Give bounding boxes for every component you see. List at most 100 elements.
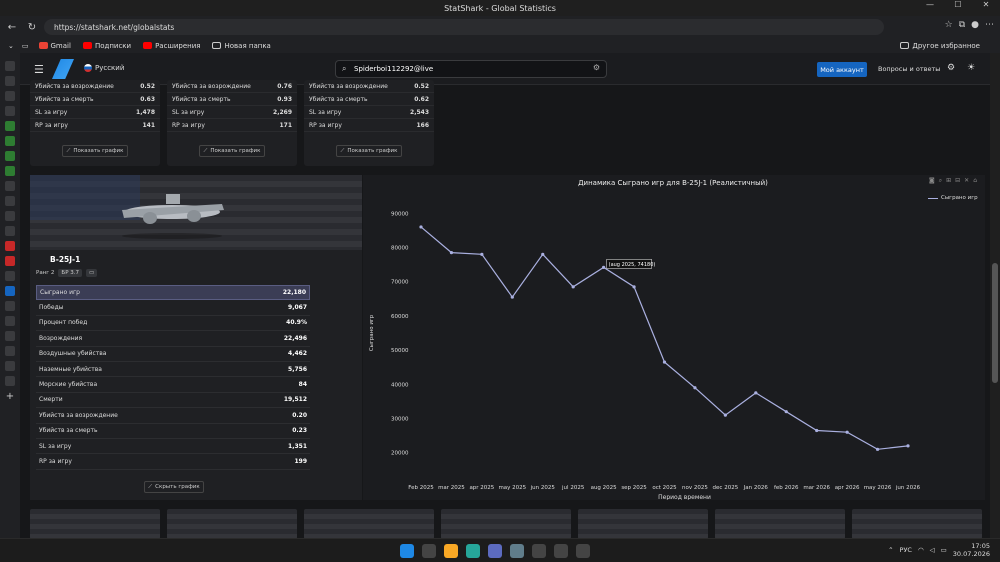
github-icon[interactable]: [5, 211, 15, 221]
show-chart-button[interactable]: ⟋ Показать график: [199, 145, 265, 157]
stat-row[interactable]: SL за игру 1,351: [36, 439, 310, 455]
chevron-down-icon[interactable]: ⌄: [8, 42, 14, 50]
stat-row[interactable]: Воздушные убийства 4,462: [36, 347, 310, 362]
avatar[interactable]: ●: [971, 20, 979, 30]
stat-value: 22,496: [283, 334, 307, 342]
app-icon[interactable]: [5, 271, 15, 281]
vehicle-thumbnail[interactable]: [715, 509, 845, 538]
autoscale-icon[interactable]: ✕: [964, 177, 969, 185]
stat-row[interactable]: Убийств за смерть 0.23: [36, 424, 310, 439]
chevron-up-icon[interactable]: ⌃: [888, 546, 893, 554]
app-icon[interactable]: [5, 346, 15, 356]
sheet-icon[interactable]: [5, 166, 15, 176]
other-bookmarks[interactable]: Другое избранное: [900, 42, 980, 50]
refresh-icon[interactable]: ↻: [24, 22, 40, 33]
vehicle-thumbnail[interactable]: [852, 509, 982, 538]
url-field[interactable]: https://statshark.net/globalstats: [44, 19, 884, 35]
github-icon[interactable]: [5, 61, 15, 71]
calendar-icon[interactable]: [422, 544, 436, 558]
maximize-icon[interactable]: ☐: [944, 0, 972, 9]
add-icon[interactable]: +: [5, 391, 15, 402]
sheet-icon[interactable]: [5, 121, 15, 131]
monitor-icon[interactable]: [510, 544, 524, 558]
github-icon[interactable]: [5, 76, 15, 86]
sheet-icon[interactable]: [5, 136, 15, 146]
app-icon[interactable]: [5, 376, 15, 386]
stat-row[interactable]: Морские убийства 84: [36, 377, 310, 393]
statshark-logo[interactable]: [52, 59, 74, 79]
gear-icon[interactable]: ⚙: [947, 63, 955, 73]
reset-icon[interactable]: ⌂: [973, 177, 977, 185]
scroll-thumb[interactable]: [992, 263, 998, 383]
language-select[interactable]: Русский: [84, 64, 124, 72]
zoom-icon[interactable]: ⌕: [939, 177, 942, 185]
volume-icon[interactable]: ◁: [930, 546, 935, 554]
faq-link[interactable]: Вопросы и ответы: [878, 65, 940, 73]
plus-icon[interactable]: ⊞: [946, 177, 951, 185]
star-icon[interactable]: ☆: [945, 20, 953, 30]
stat-row[interactable]: Победы 9,067: [36, 300, 310, 316]
stat-row[interactable]: Процент побед 40.9%: [36, 316, 310, 332]
stat-row[interactable]: Наземные убийства 5,756: [36, 362, 310, 378]
vehicle-thumbnail[interactable]: [304, 509, 434, 538]
youtube-icon[interactable]: [5, 256, 15, 266]
line-chart[interactable]: 20000 30000 40000 50000 60000 70000 80000 90000…: [363, 175, 985, 501]
back-icon[interactable]: ←: [4, 22, 20, 33]
hamburger-icon[interactable]: ☰: [34, 63, 44, 76]
youtube-icon[interactable]: [5, 241, 15, 251]
page-scrollbar[interactable]: [990, 53, 1000, 538]
show-chart-button[interactable]: ⟋ Показать график: [62, 145, 128, 157]
chart-legend[interactable]: Сыграно игр: [928, 195, 978, 201]
stat-row-selected[interactable]: Сыграно игр 22,180: [36, 285, 310, 301]
bookmark-new-folder[interactable]: Новая папка: [212, 42, 271, 50]
wifi-icon[interactable]: ◠: [918, 546, 924, 554]
minus-icon[interactable]: ⊟: [955, 177, 960, 185]
stat-row[interactable]: RP за игру 199: [36, 454, 310, 470]
app-icon[interactable]: [5, 316, 15, 326]
bookmark-extensions[interactable]: Расширения: [143, 42, 200, 50]
vehicle-thumbnail[interactable]: [441, 509, 571, 538]
search-input[interactable]: ⌕ Spiderboi112292@live ⚙: [335, 60, 607, 78]
battery-icon[interactable]: ▭: [941, 546, 947, 554]
app-icon[interactable]: [554, 544, 568, 558]
github-icon[interactable]: [5, 91, 15, 101]
stat-value: 22,180: [282, 289, 306, 297]
filter-icon[interactable]: ⚙: [593, 63, 600, 72]
minimize-icon[interactable]: —: [916, 0, 944, 9]
app-icon[interactable]: [532, 544, 546, 558]
camera-icon[interactable]: ◙: [929, 177, 935, 185]
statshark-icon[interactable]: [5, 286, 15, 296]
tabs-icon[interactable]: ▭: [22, 42, 29, 50]
stat-row[interactable]: Смерти 19,512: [36, 393, 310, 409]
discord-icon[interactable]: [488, 544, 502, 558]
hide-chart-button[interactable]: ⟋ Скрыть график: [144, 481, 204, 493]
stat-row[interactable]: Возрождения 22,496: [36, 331, 310, 347]
menu-icon[interactable]: ⋯: [985, 20, 994, 30]
extensions-icon[interactable]: ⧉: [959, 20, 965, 30]
sheet-icon[interactable]: [5, 151, 15, 161]
app-icon[interactable]: [5, 301, 15, 311]
address-bar: ← ↻ https://statshark.net/globalstats ☆ …: [0, 16, 1000, 38]
stat-row[interactable]: Убийств за возрождение 0.20: [36, 408, 310, 424]
app-icon[interactable]: [5, 361, 15, 371]
globe-icon[interactable]: [5, 106, 15, 116]
vehicle-thumbnail[interactable]: [578, 509, 708, 538]
edge-icon[interactable]: [466, 544, 480, 558]
clock[interactable]: 17:05 30.07.2026: [953, 542, 990, 558]
vehicle-thumbnail[interactable]: [30, 509, 160, 538]
file-explorer-icon[interactable]: [444, 544, 458, 558]
diamond-icon[interactable]: [5, 226, 15, 236]
show-chart-button[interactable]: ⟋ Показать график: [336, 145, 402, 157]
github-icon[interactable]: [5, 181, 15, 191]
vehicle-thumbnail[interactable]: [167, 509, 297, 538]
bookmark-subscriptions[interactable]: Подписки: [82, 42, 131, 50]
github-icon[interactable]: [5, 196, 15, 206]
windows-start-icon[interactable]: [400, 544, 414, 558]
theme-toggle-icon[interactable]: ☀: [967, 63, 975, 73]
input-language[interactable]: РУС: [900, 546, 912, 554]
bookmark-gmail[interactable]: Gmail: [38, 42, 71, 50]
close-icon[interactable]: ✕: [972, 0, 1000, 9]
account-button[interactable]: Мой аккаунт: [817, 62, 867, 77]
app-icon[interactable]: [5, 331, 15, 341]
app-icon[interactable]: [576, 544, 590, 558]
